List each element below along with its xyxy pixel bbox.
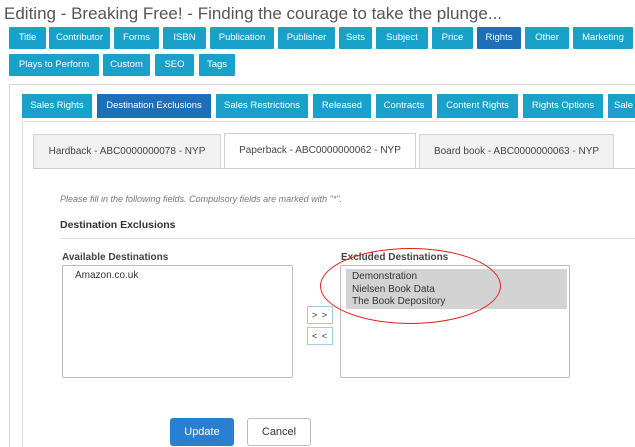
tab-paperback[interactable]: Paperback - ABC0000000062 - NYP [224,133,416,169]
nav-price-button[interactable]: Price [432,27,473,49]
nav-subject-button[interactable]: Subject [376,27,428,49]
available-destinations-label: Available Destinations [62,252,169,263]
nav-plays-to-perform-button[interactable]: Plays to Perform [9,54,99,76]
section-title: Destination Exclusions [60,219,176,231]
section-divider [60,238,635,239]
tab-content-rights[interactable]: Content Rights [437,94,518,118]
nav-tags-button[interactable]: Tags [199,54,235,76]
nav-rights-button[interactable]: Rights [477,27,521,49]
available-option[interactable]: Amazon.co.uk [69,270,286,283]
nav-other-button[interactable]: Other [525,27,569,49]
cancel-button[interactable]: Cancel [247,418,311,446]
tab-hardback[interactable]: Hardback - ABC0000000078 - NYP [33,134,221,168]
nav-sets-button[interactable]: Sets [339,27,372,49]
tab-sales-restrictions[interactable]: Sales Restrictions [216,94,308,118]
nav-publication-button[interactable]: Publication [210,27,274,49]
tab-sales-rights[interactable]: Sales Rights [22,94,92,118]
available-destinations-list[interactable]: Amazon.co.uk [62,265,293,378]
annotation-ellipse [320,248,501,324]
nav-isbn-button[interactable]: ISBN [163,27,206,49]
move-right-button[interactable]: > > [307,306,333,324]
tab-sale-overflow[interactable]: Sale [608,94,635,118]
nav-forms-button[interactable]: Forms [114,27,159,49]
nav-seo-button[interactable]: SEO [155,54,194,76]
tab-contracts[interactable]: Contracts [376,94,432,118]
tab-released[interactable]: Released [313,94,371,118]
tab-board-book[interactable]: Board book - ABC0000000063 - NYP [419,134,614,168]
tab-rights-options[interactable]: Rights Options [523,94,603,118]
form-hint: Please fill in the following fields. Com… [60,194,343,204]
nav-custom-button[interactable]: Custom [103,54,150,76]
nav-marketing-button[interactable]: Marketing [573,27,633,49]
move-left-button[interactable]: < < [307,327,333,345]
nav-publisher-button[interactable]: Publisher [278,27,335,49]
update-button[interactable]: Update [170,418,234,446]
page-title: Editing - Breaking Free! - Finding the c… [4,4,503,23]
nav-contributor-button[interactable]: Contributor [49,27,110,49]
tab-destination-exclusions[interactable]: Destination Exclusions [97,94,211,118]
tab-divider [33,168,635,169]
nav-title-button[interactable]: Title [9,27,46,49]
